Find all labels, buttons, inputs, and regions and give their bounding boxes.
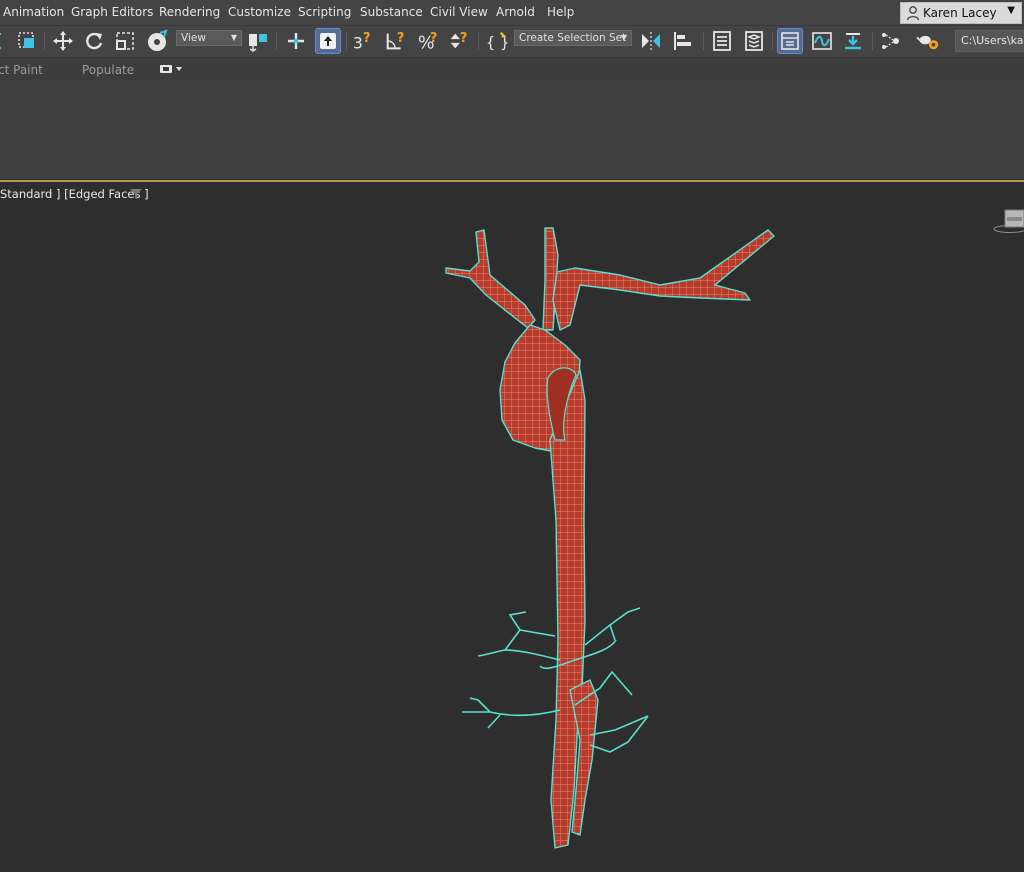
aorta-mesh-model[interactable] <box>0 182 1024 872</box>
ribbon-panel <box>0 80 1024 180</box>
manipulate-icon <box>288 33 304 49</box>
menu-substance[interactable]: Substance <box>360 5 423 19</box>
schematic-view-button[interactable] <box>840 28 866 54</box>
shortcut-override-icon <box>320 33 336 49</box>
svg-text:?: ? <box>460 31 468 46</box>
toolbar-separator <box>772 32 773 50</box>
menu-bar: Animation Graph Editors Rendering Custom… <box>0 0 1024 26</box>
curve-editor-button[interactable] <box>809 28 835 54</box>
menu-arnold[interactable]: Arnold <box>496 5 535 19</box>
align-button[interactable] <box>670 28 696 54</box>
project-path-field[interactable]: C:\Users\kare <box>955 30 1024 52</box>
region-select-icon <box>18 32 34 48</box>
toolbar-separator <box>872 32 873 50</box>
left-subclavian-branch <box>445 229 536 329</box>
user-name: Karen Lacey <box>923 6 997 20</box>
mirror-button[interactable] <box>638 28 664 54</box>
rotate-button[interactable] <box>81 28 107 54</box>
renal-branch-right <box>584 607 641 646</box>
svg-text:?: ? <box>397 31 405 46</box>
mirror-icon <box>642 32 660 50</box>
tab-populate[interactable]: Populate <box>82 63 134 77</box>
ribbon-icon <box>781 32 799 50</box>
snaps-toggle-button[interactable]: 3? <box>350 28 376 54</box>
viewport-label[interactable]: Standard ] [Edged Faces ] <box>0 187 149 201</box>
chevron-down-icon: ▼ <box>1007 5 1015 16</box>
angle-snap-button[interactable]: ? <box>383 28 409 54</box>
dope-sheet-icon <box>845 33 861 50</box>
rotate-icon <box>86 32 103 50</box>
select-bracket-icon <box>0 33 1 49</box>
menu-help[interactable]: Help <box>547 5 574 19</box>
spinner-snap-icon: ? <box>450 31 468 49</box>
select-region-button[interactable] <box>14 28 40 54</box>
material-editor-button[interactable] <box>878 28 904 54</box>
menu-civil-view[interactable]: Civil View <box>430 5 488 19</box>
select-manipulate-button[interactable] <box>283 28 309 54</box>
align-icon <box>674 32 691 50</box>
move-icon <box>53 31 73 51</box>
svg-text:3: 3 <box>353 33 363 52</box>
snap-3d-icon: 3? <box>353 31 371 52</box>
reference-coordinate-dropdown[interactable]: View ▼ <box>176 30 242 46</box>
ribbon-options-icon[interactable] <box>159 64 185 74</box>
material-nodes-icon <box>882 33 899 49</box>
user-account-dropdown[interactable]: Karen Lacey ▼ <box>900 2 1022 24</box>
selection-set-placeholder: Create Selection Set <box>519 32 627 44</box>
toolbar-separator <box>276 32 277 50</box>
tab-object-paint[interactable]: ct Paint <box>0 63 43 77</box>
menu-customize[interactable]: Customize <box>228 5 291 19</box>
layer-explorer-icon <box>745 31 763 51</box>
angle-snap-icon: ? <box>386 31 405 50</box>
curve-editor-icon <box>812 32 832 50</box>
toolbar-separator <box>703 32 704 50</box>
ribbon-tab-bar: ct Paint Populate <box>0 58 1024 80</box>
scale-icon <box>116 32 134 50</box>
layer-explorer-button[interactable] <box>741 28 767 54</box>
placement-button[interactable] <box>145 28 171 54</box>
reference-coordinate-value: View <box>181 32 206 44</box>
perspective-viewport[interactable]: Standard ] [Edged Faces ] <box>0 180 1024 872</box>
scene-explorer-icon <box>713 31 731 51</box>
scene-explorer-button[interactable] <box>709 28 735 54</box>
percent-snap-button[interactable]: %? <box>416 28 442 54</box>
svg-text:?: ? <box>430 31 438 46</box>
menu-animation[interactable]: Animation <box>3 5 64 19</box>
user-icon <box>906 6 920 21</box>
app-window: Animation Graph Editors Rendering Custom… <box>0 0 1024 872</box>
scale-button[interactable] <box>112 28 138 54</box>
toolbar-separator <box>478 32 479 50</box>
pivot-icon <box>249 34 267 52</box>
toolbar-separator <box>346 32 347 50</box>
menu-rendering[interactable]: Rendering <box>159 5 220 19</box>
menu-scripting[interactable]: Scripting <box>298 5 351 19</box>
svg-text:?: ? <box>363 31 371 46</box>
percent-snap-icon: %? <box>418 31 438 53</box>
pivot-center-button[interactable] <box>245 28 271 54</box>
placement-icon <box>148 29 168 51</box>
toggle-ribbon-button[interactable] <box>777 28 803 54</box>
renal-branch-left <box>477 649 561 661</box>
brachiocephalic-branch <box>552 229 775 331</box>
spinner-snap-button[interactable]: ? <box>446 28 472 54</box>
keyboard-shortcut-override-button[interactable] <box>315 28 341 54</box>
iliac-branch-left <box>462 709 561 717</box>
chevron-down-icon: ▼ <box>620 33 627 42</box>
render-setup-button[interactable] <box>915 28 941 54</box>
render-teapot-icon <box>916 35 939 50</box>
edit-named-selection-button[interactable]: { } <box>484 28 510 54</box>
named-selection-icon: { } <box>486 31 509 51</box>
viewcube-icon[interactable] <box>988 206 1024 238</box>
menu-graph-editors[interactable]: Graph Editors <box>71 5 153 19</box>
chevron-down-icon: ▼ <box>230 33 237 42</box>
main-toolbar: View ▼ 3? ? %? ? { } Create Selection Se… <box>0 26 1024 58</box>
selection-set-dropdown[interactable]: Create Selection Set ▼ <box>514 30 632 46</box>
filter-icon[interactable] <box>130 189 142 199</box>
toolbar-separator <box>44 32 45 50</box>
project-path-text: C:\Users\kare <box>961 34 1024 47</box>
move-button[interactable] <box>50 28 76 54</box>
